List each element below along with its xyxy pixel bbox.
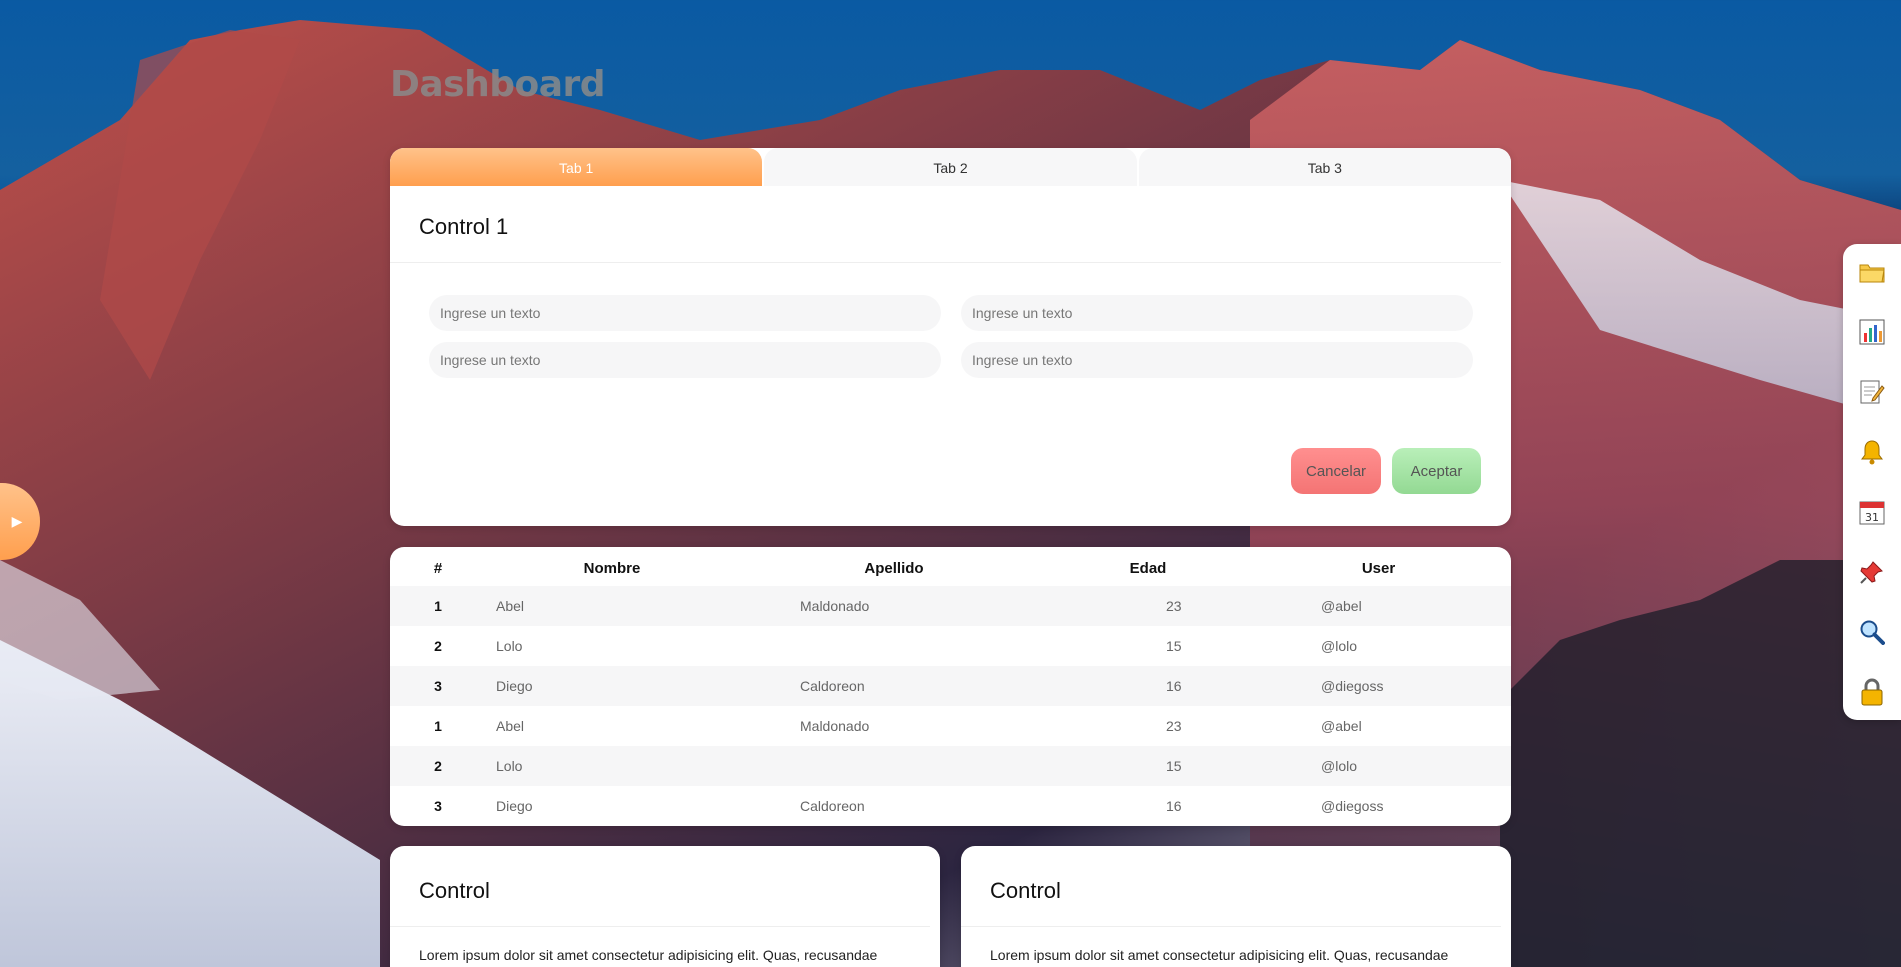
- row-number: 3: [434, 798, 442, 814]
- control-card-right: Control Lorem ipsum dolor sit amet conse…: [961, 846, 1511, 967]
- cell-apellido: [738, 626, 1050, 666]
- play-icon: ▶: [11, 513, 23, 530]
- cell-edad: 15: [1166, 638, 1182, 654]
- cell-apellido: Maldonado: [800, 598, 870, 614]
- right-dock: 31: [1843, 244, 1901, 720]
- control-panel-card: Tab 1 Tab 2 Tab 3 Control 1 Cancelar Ace…: [390, 148, 1511, 526]
- cell-nombre: Diego: [496, 798, 533, 814]
- cell-user: @abel: [1321, 718, 1362, 734]
- cell-user: @abel: [1321, 598, 1362, 614]
- tab-bar: Tab 1 Tab 2 Tab 3: [390, 148, 1511, 186]
- cell-edad: 23: [1166, 598, 1182, 614]
- text-input-4[interactable]: [961, 342, 1473, 378]
- control-card-text: Lorem ipsum dolor sit amet consectetur a…: [419, 947, 878, 963]
- pushpin-icon[interactable]: [1857, 557, 1887, 587]
- table-row: 3 Diego Caldoreon 16 @diegoss: [390, 786, 1511, 826]
- table-row: 3 Diego Caldoreon 16 @diegoss: [390, 666, 1511, 706]
- tab-1[interactable]: Tab 1: [390, 148, 763, 186]
- tab-3[interactable]: Tab 3: [1138, 148, 1511, 186]
- cell-apellido: Maldonado: [800, 718, 870, 734]
- cell-edad: 23: [1166, 718, 1182, 734]
- table-row: 2 Lolo 15 @lolo: [390, 626, 1511, 666]
- form-grid: [390, 263, 1511, 378]
- control-card-title: Control: [961, 846, 1501, 927]
- cell-nombre: Abel: [496, 718, 525, 734]
- accept-button[interactable]: Aceptar: [1392, 448, 1481, 494]
- row-number: 1: [434, 718, 442, 734]
- table-header-row: # Nombre Apellido Edad User: [390, 547, 1511, 586]
- column-header-apellido: Apellido: [864, 560, 924, 577]
- cell-user: @diegoss: [1321, 678, 1384, 694]
- calendar-day: 31: [1865, 511, 1879, 524]
- cancel-button[interactable]: Cancelar: [1291, 448, 1381, 494]
- cell-nombre: Lolo: [496, 638, 523, 654]
- control-card-title: Control: [390, 846, 930, 927]
- magnifier-icon[interactable]: [1857, 617, 1887, 647]
- column-header-number: #: [433, 560, 443, 577]
- memo-icon[interactable]: [1857, 377, 1887, 407]
- cell-edad: 16: [1166, 678, 1182, 694]
- cell-user: @diegoss: [1321, 798, 1384, 814]
- bar-chart-icon[interactable]: [1857, 317, 1887, 347]
- users-table: # Nombre Apellido Edad User 1 Abel Maldo…: [390, 547, 1511, 826]
- cell-user: @lolo: [1321, 758, 1358, 774]
- lock-icon[interactable]: [1857, 677, 1887, 707]
- cell-nombre: Diego: [496, 678, 533, 694]
- cell-edad: 16: [1166, 798, 1182, 814]
- control-card-left: Control Lorem ipsum dolor sit amet conse…: [390, 846, 940, 967]
- row-number: 2: [434, 638, 442, 654]
- text-input-3[interactable]: [429, 342, 941, 378]
- text-input-1[interactable]: [429, 295, 941, 331]
- text-input-2[interactable]: [961, 295, 1473, 331]
- column-header-nombre: Nombre: [583, 560, 641, 577]
- table-row: 1 Abel Maldonado 23 @abel: [390, 586, 1511, 626]
- table-row: 2 Lolo 15 @lolo: [390, 746, 1511, 786]
- page-title: Dashboard: [390, 64, 606, 105]
- users-table-card: # Nombre Apellido Edad User 1 Abel Maldo…: [390, 547, 1511, 826]
- row-number: 3: [434, 678, 442, 694]
- cell-edad: 15: [1166, 758, 1182, 774]
- calendar-icon[interactable]: 31: [1857, 497, 1887, 527]
- control-panel-title: Control 1: [390, 186, 1501, 263]
- tab-2[interactable]: Tab 2: [764, 148, 1137, 186]
- column-header-user: User: [1361, 560, 1396, 577]
- row-number: 2: [434, 758, 442, 774]
- table-row: 1 Abel Maldonado 23 @abel: [390, 706, 1511, 746]
- cell-nombre: Abel: [496, 598, 525, 614]
- column-header-edad: Edad: [1129, 560, 1167, 577]
- folder-icon[interactable]: [1857, 257, 1887, 287]
- cell-user: @lolo: [1321, 638, 1358, 654]
- row-number: 1: [434, 598, 442, 614]
- form-actions: Cancelar Aceptar: [1291, 448, 1481, 494]
- control-card-text: Lorem ipsum dolor sit amet consectetur a…: [990, 947, 1449, 963]
- cell-nombre: Lolo: [496, 758, 523, 774]
- bell-icon[interactable]: [1857, 437, 1887, 467]
- cell-apellido: Caldoreon: [800, 678, 865, 694]
- cell-apellido: [738, 746, 1050, 786]
- cell-apellido: Caldoreon: [800, 798, 865, 814]
